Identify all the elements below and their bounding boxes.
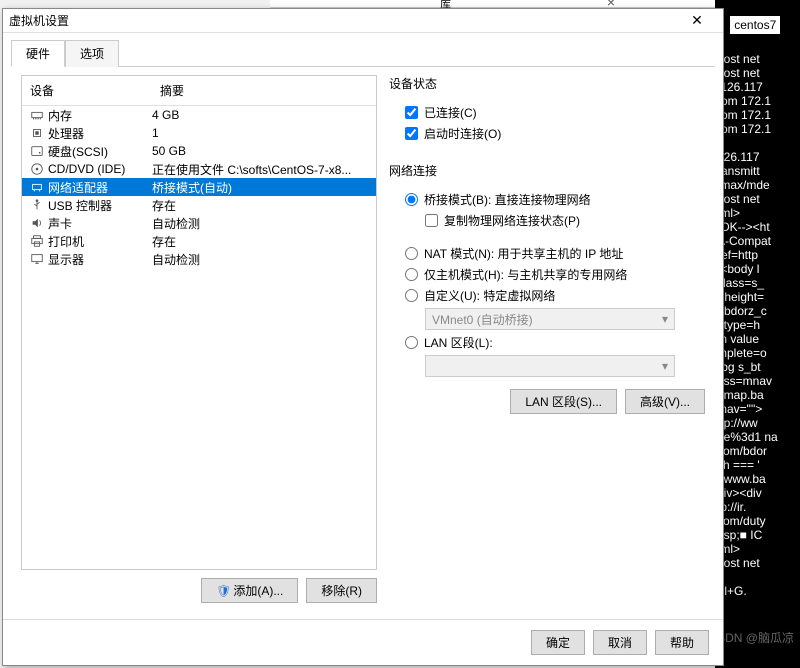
disk-icon — [28, 144, 46, 158]
advanced-button[interactable]: 高级(V)... — [625, 389, 705, 414]
network-connection-group: 网络连接 桥接模式(B): 直接连接物理网络 复制物理网络连接状态(P) NAT… — [389, 162, 705, 420]
device-row-printer[interactable]: 打印机存在 — [22, 232, 376, 250]
background-toolbar: 库 × — [270, 0, 715, 8]
device-summary: 1 — [152, 126, 376, 140]
device-status-title: 设备状态 — [389, 75, 705, 92]
usb-icon — [28, 198, 46, 212]
custom-network-dropdown: VMnet0 (自动桥接) ▾ — [425, 308, 675, 330]
device-summary: 自动检测 — [152, 215, 376, 232]
add-button-label: 添加(A)... — [233, 584, 283, 598]
lan-segments-button[interactable]: LAN 区段(S)... — [510, 389, 617, 414]
header-device: 设备 — [22, 76, 152, 105]
network-connection-title: 网络连接 — [389, 162, 705, 179]
tab-options[interactable]: 选项 — [65, 40, 119, 67]
device-row-cd[interactable]: CD/DVD (IDE)正在使用文件 C:\softs\CentOS-7-x8.… — [22, 160, 376, 178]
cpu-icon — [28, 126, 46, 140]
chevron-down-icon: ▾ — [662, 359, 668, 373]
device-name: 显示器 — [46, 251, 152, 268]
chevron-down-icon: ▾ — [662, 312, 668, 326]
help-button[interactable]: 帮助 — [655, 630, 709, 655]
device-name: 网络适配器 — [46, 179, 152, 196]
add-button[interactable]: 🛡添加(A)... — [201, 578, 298, 603]
dialog-titlebar: 虚拟机设置 ✕ — [3, 9, 723, 33]
device-name: CD/DVD (IDE) — [46, 162, 152, 176]
device-summary: 50 GB — [152, 144, 376, 158]
device-name: 内存 — [46, 107, 152, 124]
device-summary: 正在使用文件 C:\softs\CentOS-7-x8... — [152, 161, 376, 178]
device-row-display[interactable]: 显示器自动检测 — [22, 250, 376, 268]
device-row-sound[interactable]: 声卡自动检测 — [22, 214, 376, 232]
terminal-text: host net host net .126.117 rom 172.1 rom… — [717, 52, 800, 598]
vm-settings-dialog: 虚拟机设置 ✕ 硬件 选项 设备 摘要 内存4 GB处理器1硬盘(SCSI)50… — [2, 8, 724, 666]
nat-radio[interactable]: NAT 模式(N): 用于共享主机的 IP 地址 — [405, 245, 705, 262]
device-name: 硬盘(SCSI) — [46, 143, 152, 160]
memory-icon — [28, 108, 46, 122]
display-icon — [28, 252, 46, 266]
terminal-background: centos7 host net host net .126.117 rom 1… — [715, 0, 800, 668]
dialog-footer: 确定 取消 帮助 — [3, 619, 723, 665]
device-row-cpu[interactable]: 处理器1 — [22, 124, 376, 142]
device-summary: 存在 — [152, 197, 376, 214]
header-summary: 摘要 — [152, 76, 376, 105]
device-status-group: 设备状态 已连接(C) 启动时连接(O) — [389, 75, 705, 148]
shield-icon: 🛡 — [216, 584, 231, 598]
cancel-button[interactable]: 取消 — [593, 630, 647, 655]
device-summary: 4 GB — [152, 108, 376, 122]
dialog-tabs: 硬件 选项 — [3, 33, 723, 66]
bridged-radio[interactable]: 桥接模式(B): 直接连接物理网络 — [405, 191, 705, 208]
tab-hardware[interactable]: 硬件 — [11, 40, 65, 67]
net-icon — [28, 180, 46, 194]
device-row-disk[interactable]: 硬盘(SCSI)50 GB — [22, 142, 376, 160]
hostonly-radio[interactable]: 仅主机模式(H): 与主机共享的专用网络 — [405, 266, 705, 283]
device-table: 设备 摘要 内存4 GB处理器1硬盘(SCSI)50 GBCD/DVD (IDE… — [21, 75, 377, 570]
device-name: USB 控制器 — [46, 197, 152, 214]
dialog-title: 虚拟机设置 — [9, 12, 677, 29]
device-summary: 桥接模式(自动) — [152, 179, 376, 196]
connected-checkbox[interactable]: 已连接(C) — [405, 104, 705, 121]
printer-icon — [28, 234, 46, 248]
ok-button[interactable]: 确定 — [531, 630, 585, 655]
close-icon[interactable]: ✕ — [677, 12, 717, 29]
device-summary: 存在 — [152, 233, 376, 250]
device-name: 打印机 — [46, 233, 152, 250]
device-row-usb[interactable]: USB 控制器存在 — [22, 196, 376, 214]
device-list-pane: 设备 摘要 内存4 GB处理器1硬盘(SCSI)50 GBCD/DVD (IDE… — [21, 67, 377, 611]
device-detail-pane: 设备状态 已连接(C) 启动时连接(O) 网络连接 桥接模式(B): 直接连接物… — [389, 67, 705, 611]
custom-radio[interactable]: 自定义(U): 特定虚拟网络 — [405, 287, 705, 304]
device-name: 处理器 — [46, 125, 152, 142]
device-row-net[interactable]: 网络适配器桥接模式(自动) — [22, 178, 376, 196]
device-table-header: 设备 摘要 — [22, 76, 376, 106]
replicate-checkbox[interactable]: 复制物理网络连接状态(P) — [425, 212, 705, 229]
lan-segment-dropdown: ▾ — [425, 355, 675, 377]
terminal-tab[interactable]: centos7 — [730, 16, 780, 34]
sound-icon — [28, 216, 46, 230]
watermark: SDN @脑瓜凉 — [717, 629, 794, 646]
device-name: 声卡 — [46, 215, 152, 232]
cd-icon — [28, 162, 46, 176]
lan-segment-radio[interactable]: LAN 区段(L): — [405, 334, 705, 351]
connect-poweron-checkbox[interactable]: 启动时连接(O) — [405, 125, 705, 142]
device-summary: 自动检测 — [152, 251, 376, 268]
device-row-memory[interactable]: 内存4 GB — [22, 106, 376, 124]
remove-button[interactable]: 移除(R) — [306, 578, 377, 603]
